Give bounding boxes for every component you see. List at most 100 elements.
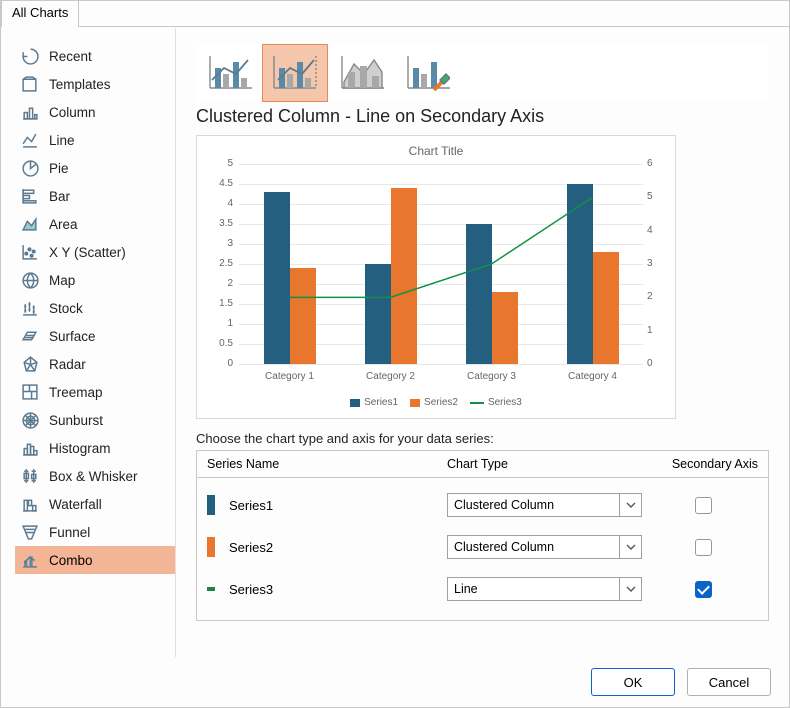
sidebar-item-label: Radar bbox=[49, 357, 86, 372]
tab-all-charts[interactable]: All Charts bbox=[1, 0, 79, 27]
sidebar-item-area[interactable]: Area bbox=[15, 210, 175, 238]
x-axis-tick: Category 1 bbox=[239, 371, 340, 382]
subtype-combo-area[interactable] bbox=[328, 44, 394, 102]
subtype-combo-custom[interactable] bbox=[394, 44, 460, 102]
chart-type-value: Clustered Column bbox=[454, 540, 554, 554]
series-name-label: Series3 bbox=[229, 582, 273, 597]
legend-item: Series3 bbox=[470, 397, 522, 408]
y2-axis-tick: 5 bbox=[647, 191, 667, 202]
sidebar-item-label: Stock bbox=[49, 301, 83, 316]
legend-item: Series1 bbox=[350, 397, 398, 408]
sidebar-item-waterfall[interactable]: Waterfall bbox=[15, 490, 175, 518]
y2-axis-tick: 6 bbox=[647, 158, 667, 169]
subtype-combo-col-line[interactable] bbox=[196, 44, 262, 102]
subtype-heading: Clustered Column - Line on Secondary Axi… bbox=[196, 106, 769, 127]
preview-title: Chart Title bbox=[205, 144, 667, 158]
secondary-axis-cell bbox=[648, 497, 758, 514]
y-axis-tick: 1 bbox=[203, 318, 233, 329]
chevron-down-icon bbox=[619, 578, 641, 600]
y-axis-tick: 0.5 bbox=[203, 338, 233, 349]
series-name-cell: Series1 bbox=[207, 495, 447, 515]
sidebar-item-radar[interactable]: Radar bbox=[15, 350, 175, 378]
sidebar-item-stock[interactable]: Stock bbox=[15, 294, 175, 322]
sidebar-item-label: Line bbox=[49, 133, 75, 148]
sidebar-item-box-whisker[interactable]: Box & Whisker bbox=[15, 462, 175, 490]
chart-type-select[interactable]: Line bbox=[447, 577, 642, 601]
ok-button[interactable]: OK bbox=[591, 668, 675, 696]
sidebar-item-histogram[interactable]: Histogram bbox=[15, 434, 175, 462]
sidebar-item-label: Bar bbox=[49, 189, 70, 204]
y2-axis-tick: 1 bbox=[647, 325, 667, 336]
map-icon bbox=[21, 271, 39, 289]
y-axis-tick: 2.5 bbox=[203, 258, 233, 269]
histogram-icon bbox=[21, 439, 39, 457]
series-table-body: Series1 Clustered Column Series2 Clustered … bbox=[197, 478, 768, 620]
sidebar-item-pie[interactable]: Pie bbox=[15, 154, 175, 182]
chevron-down-icon bbox=[619, 536, 641, 558]
series-row: Series1 Clustered Column bbox=[207, 484, 758, 526]
sidebar-item-recent[interactable]: Recent bbox=[15, 42, 175, 70]
secondary-axis-checkbox[interactable] bbox=[695, 539, 712, 556]
sidebar-item-column[interactable]: Column bbox=[15, 98, 175, 126]
header-secondary-axis: Secondary Axis bbox=[648, 457, 758, 471]
sidebar-item-sunburst[interactable]: Sunburst bbox=[15, 406, 175, 434]
sidebar-item-x-y-scatter-[interactable]: X Y (Scatter) bbox=[15, 238, 175, 266]
recent-icon bbox=[21, 47, 39, 65]
sidebar-item-label: Box & Whisker bbox=[49, 469, 138, 484]
series-name-cell: Series2 bbox=[207, 537, 447, 557]
chart-preview[interactable]: Chart Title 00.511.522.533.544.550123456… bbox=[196, 135, 676, 419]
sidebar-item-label: Treemap bbox=[49, 385, 103, 400]
column-icon bbox=[21, 103, 39, 121]
line-series bbox=[239, 164, 643, 364]
chart-type-select[interactable]: Clustered Column bbox=[447, 493, 642, 517]
y-axis-tick: 3.5 bbox=[203, 218, 233, 229]
line-icon bbox=[21, 131, 39, 149]
sidebar-item-label: Waterfall bbox=[49, 497, 102, 512]
pie-icon bbox=[21, 159, 39, 177]
x-axis-tick: Category 3 bbox=[441, 371, 542, 382]
series-swatch bbox=[207, 587, 215, 591]
header-series-name: Series Name bbox=[207, 457, 447, 471]
sidebar-item-label: Column bbox=[49, 105, 96, 120]
secondary-axis-checkbox[interactable] bbox=[695, 497, 712, 514]
sidebar-item-treemap[interactable]: Treemap bbox=[15, 378, 175, 406]
funnel-icon bbox=[21, 523, 39, 541]
sidebar-item-label: Area bbox=[49, 217, 78, 232]
sidebar-item-label: Map bbox=[49, 273, 75, 288]
legend: Series1Series2Series3 bbox=[197, 397, 675, 408]
x-axis-tick: Category 4 bbox=[542, 371, 643, 382]
insert-chart-dialog: All Charts RecentTemplates Column Line Pie B… bbox=[0, 0, 790, 708]
chart-type-value: Clustered Column bbox=[454, 498, 554, 512]
series-row: Series2 Clustered Column bbox=[207, 526, 758, 568]
series-row: Series3 Line bbox=[207, 568, 758, 610]
y-axis-tick: 5 bbox=[203, 158, 233, 169]
sidebar-item-combo[interactable]: Combo bbox=[15, 546, 175, 574]
y-axis-tick: 4.5 bbox=[203, 178, 233, 189]
sidebar-item-label: Pie bbox=[49, 161, 69, 176]
bar-icon bbox=[21, 187, 39, 205]
box-whisker-icon bbox=[21, 467, 39, 485]
header-chart-type: Chart Type bbox=[447, 457, 648, 471]
legend-swatch bbox=[410, 399, 420, 407]
secondary-axis-checkbox[interactable] bbox=[695, 581, 712, 598]
sidebar-item-label: X Y (Scatter) bbox=[49, 245, 126, 260]
secondary-axis-cell bbox=[648, 581, 758, 598]
y-axis-tick: 1.5 bbox=[203, 298, 233, 309]
combo-icon bbox=[21, 551, 39, 569]
sidebar-item-map[interactable]: Map bbox=[15, 266, 175, 294]
series-name-cell: Series3 bbox=[207, 582, 447, 597]
sidebar-item-surface[interactable]: Surface bbox=[15, 322, 175, 350]
chart-type-select[interactable]: Clustered Column bbox=[447, 535, 642, 559]
sidebar-item-funnel[interactable]: Funnel bbox=[15, 518, 175, 546]
sidebar-item-label: Funnel bbox=[49, 525, 90, 540]
sidebar-item-bar[interactable]: Bar bbox=[15, 182, 175, 210]
subtype-combo-col-line-secondary[interactable] bbox=[262, 44, 328, 102]
sidebar-item-templates[interactable]: Templates bbox=[15, 70, 175, 98]
x-y-scatter--icon bbox=[21, 243, 39, 261]
y-axis-tick: 0 bbox=[203, 358, 233, 369]
sidebar-item-label: Surface bbox=[49, 329, 96, 344]
cancel-button[interactable]: Cancel bbox=[687, 668, 771, 696]
sidebar-item-line[interactable]: Line bbox=[15, 126, 175, 154]
sidebar-item-label: Combo bbox=[49, 553, 93, 568]
sidebar-item-label: Histogram bbox=[49, 441, 111, 456]
